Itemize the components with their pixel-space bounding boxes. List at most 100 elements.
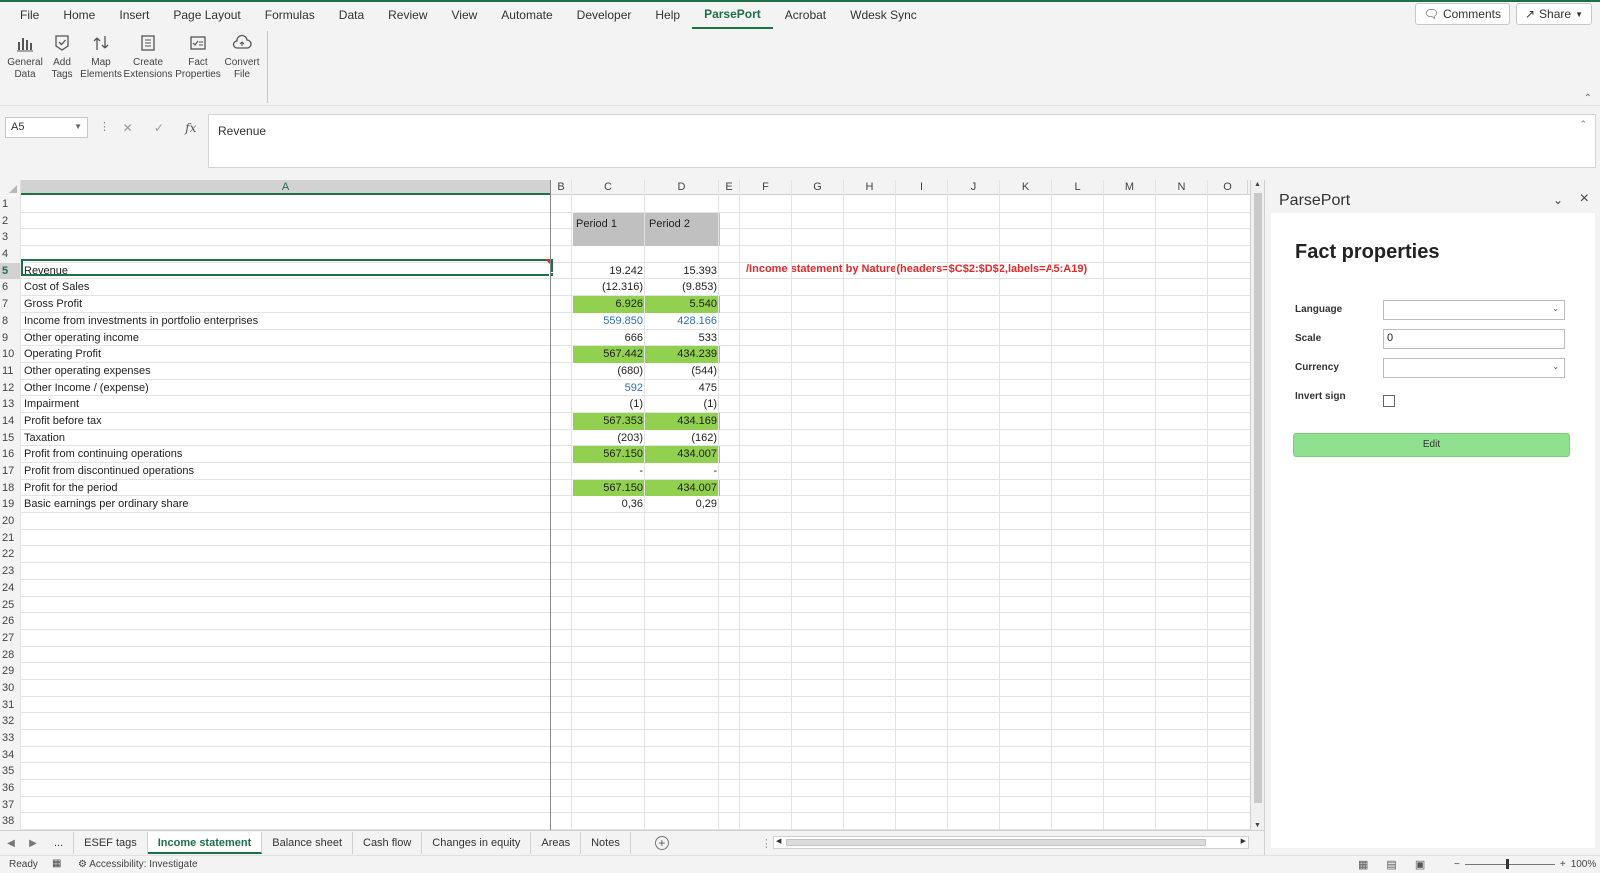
cell-label[interactable] — [23, 763, 552, 780]
column-header-a[interactable]: A — [21, 180, 551, 195]
cell-label[interactable] — [23, 580, 552, 597]
cell-period-1[interactable]: 567.442 — [573, 346, 646, 363]
row-header[interactable]: 8 — [0, 312, 21, 330]
cell-label[interactable] — [23, 647, 552, 664]
row-header[interactable]: 19 — [0, 496, 21, 514]
language-select[interactable]: ⌄ — [1383, 300, 1565, 320]
cell-period-1[interactable]: - — [573, 463, 646, 480]
scroll-down-icon[interactable]: ▼ — [1254, 822, 1261, 829]
cell-label[interactable] — [23, 797, 552, 814]
sheet-tab-changes-in-equity[interactable]: Changes in equity — [422, 832, 532, 854]
tab-splitter-icon[interactable]: ⋮ — [761, 837, 772, 850]
next-sheet-icon[interactable]: ▶ — [22, 838, 44, 849]
cell-label[interactable] — [23, 630, 552, 647]
menu-item-review[interactable]: Review — [376, 2, 439, 29]
chevron-down-icon[interactable]: ⌄ — [1553, 193, 1563, 207]
cell-period-2[interactable]: - — [646, 463, 720, 480]
cell-period-1[interactable] — [573, 813, 646, 830]
cell-period-2[interactable] — [646, 663, 720, 680]
row-header[interactable]: 27 — [0, 629, 21, 647]
cell-period-2[interactable]: (9.853) — [646, 279, 720, 296]
cell-period-2[interactable] — [646, 763, 720, 780]
cell-label[interactable]: Other operating expenses — [23, 363, 552, 380]
cell-period-2[interactable] — [646, 813, 720, 830]
column-header-g[interactable]: G — [792, 180, 844, 195]
menu-item-parseport[interactable]: ParsePort — [692, 2, 773, 29]
cell-label[interactable] — [23, 780, 552, 797]
row-header[interactable]: 36 — [0, 780, 21, 797]
accessibility-status[interactable]: ⚙ Accessibility: Investigate — [78, 859, 198, 870]
row-header[interactable]: 4 — [0, 246, 21, 263]
cell-period-1[interactable] — [573, 513, 646, 530]
row-header[interactable]: 2 — [0, 212, 21, 230]
cell-period-2[interactable]: 434.007 — [646, 446, 720, 463]
row-header[interactable]: 15 — [0, 429, 21, 447]
menu-item-acrobat[interactable]: Acrobat — [773, 2, 838, 29]
cell-label[interactable] — [23, 597, 552, 614]
cell-period-1[interactable] — [573, 597, 646, 614]
cell-period-2[interactable]: 434.169 — [646, 412, 720, 430]
cell-label[interactable] — [23, 713, 552, 730]
cell-period-1[interactable] — [573, 580, 646, 597]
column-header-o[interactable]: O — [1208, 180, 1248, 195]
menu-item-view[interactable]: View — [440, 2, 490, 29]
page-layout-view-icon[interactable]: ▤ — [1386, 858, 1396, 871]
cell-period-1[interactable] — [573, 630, 646, 647]
general-data-button[interactable]: General Data — [7, 34, 43, 81]
map-elements-button[interactable]: Map Elements — [80, 34, 122, 81]
menu-item-data[interactable]: Data — [327, 2, 376, 29]
cell-label[interactable]: Operating Profit — [23, 346, 552, 363]
row-header[interactable]: 20 — [0, 513, 21, 530]
cell-period-2[interactable] — [646, 546, 720, 563]
comments-button[interactable]: 🗨 Comments — [1414, 3, 1510, 25]
cell-period-1[interactable]: (12.316) — [573, 279, 646, 296]
row-header[interactable]: 1 — [0, 196, 21, 213]
cell-period-1[interactable] — [573, 530, 646, 547]
row-header[interactable]: 37 — [0, 796, 21, 814]
cell-label[interactable]: Basic earnings per ordinary share — [23, 496, 552, 513]
cell-period-1[interactable] — [573, 229, 646, 247]
menu-item-developer[interactable]: Developer — [565, 2, 644, 29]
cell-period-1[interactable] — [573, 680, 646, 697]
cell-period-1[interactable] — [573, 613, 646, 630]
cell-label[interactable]: Other operating income — [23, 330, 552, 347]
cell-period-1[interactable]: 559.850 — [573, 313, 646, 330]
vertical-scrollbar[interactable]: ▲ ▼ — [1250, 180, 1264, 830]
cell-label[interactable] — [23, 213, 552, 230]
currency-select[interactable]: ⌄ — [1383, 358, 1565, 378]
row-header[interactable]: 18 — [0, 479, 21, 497]
zoom-slider-knob[interactable] — [1505, 859, 1509, 869]
cell-period-2[interactable] — [646, 513, 720, 530]
cell-period-2[interactable]: (162) — [646, 430, 720, 447]
cell-label[interactable]: Impairment — [23, 396, 552, 413]
cell-period-1[interactable] — [573, 747, 646, 764]
sheet-tab-notes[interactable]: Notes — [581, 832, 631, 854]
row-header[interactable]: 33 — [0, 730, 21, 747]
menu-item-insert[interactable]: Insert — [107, 2, 161, 29]
cell-period-2[interactable] — [646, 229, 720, 247]
cell-period-2[interactable] — [646, 530, 720, 547]
row-header[interactable]: 29 — [0, 663, 21, 680]
column-header-f[interactable]: F — [740, 180, 792, 195]
insert-function-icon[interactable]: fx — [185, 121, 196, 135]
collapse-ribbon-icon[interactable]: ⌃ — [1584, 93, 1592, 104]
cell-period-1[interactable]: (203) — [573, 430, 646, 447]
select-all-corner[interactable] — [0, 180, 21, 195]
cell-label[interactable]: Taxation — [23, 430, 552, 447]
cell-period-1[interactable]: 0,36 — [573, 496, 646, 513]
cell-period-2[interactable]: 434.007 — [646, 479, 720, 497]
menu-item-home[interactable]: Home — [51, 2, 107, 29]
sheet-tab-esef-tags[interactable]: ESEF tags — [74, 832, 148, 854]
column-header-i[interactable]: I — [896, 180, 948, 195]
row-header[interactable]: 31 — [0, 696, 21, 714]
cell-period-2[interactable] — [646, 730, 720, 747]
cell-period-1[interactable] — [573, 730, 646, 747]
invert-sign-checkbox[interactable] — [1383, 395, 1395, 407]
cell-period-2[interactable] — [646, 713, 720, 730]
cell-period-2[interactable] — [646, 680, 720, 697]
close-icon[interactable]: × — [1580, 190, 1589, 208]
cell-period-1[interactable]: 6.926 — [573, 296, 646, 313]
row-header[interactable]: 12 — [0, 379, 21, 397]
cell-label[interactable] — [23, 813, 552, 830]
cell-period-1[interactable] — [573, 697, 646, 714]
